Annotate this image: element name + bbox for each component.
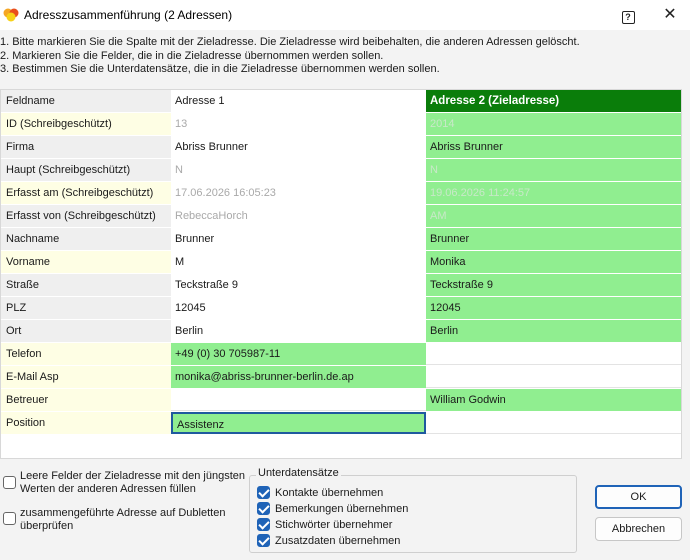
table-row: Vorname M Monika: [1, 251, 681, 274]
ok-button[interactable]: OK: [595, 485, 682, 509]
keywords-label: Stichwörter übernehmer: [275, 519, 393, 531]
address2-cell[interactable]: Brunner: [426, 228, 681, 250]
table-row: Telefon +49 (0) 30 705987-11: [1, 343, 681, 366]
title-bar: Adresszusammenführung (2 Adressen) ? ✕: [0, 0, 690, 30]
address2-cell[interactable]: William Godwin: [426, 389, 681, 411]
help-icon: ?: [621, 11, 635, 24]
address2-cell[interactable]: N: [426, 159, 681, 181]
address2-cell[interactable]: 12045: [426, 297, 681, 319]
subrecords-title: Unterdatensätze: [256, 467, 341, 479]
table-row: Firma Abriss Brunner Abriss Brunner: [1, 136, 681, 159]
column-header-adresse1[interactable]: Adresse 1: [171, 90, 426, 112]
address2-cell[interactable]: Monika: [426, 251, 681, 273]
table-row: Betreuer William Godwin: [1, 389, 681, 412]
grid-header: Feldname Adresse 1 Adresse 2 (Zieladress…: [1, 90, 681, 113]
field-name: Position: [1, 412, 171, 434]
close-button[interactable]: ✕: [649, 2, 690, 28]
column-header-feldname[interactable]: Feldname: [1, 90, 171, 112]
field-name: ID (Schreibgeschützt): [1, 113, 171, 135]
contacts-checkbox[interactable]: [257, 486, 270, 499]
field-name: Telefon: [1, 343, 171, 365]
address1-cell[interactable]: Berlin: [171, 320, 426, 342]
field-name: Vorname: [1, 251, 171, 273]
address2-cell[interactable]: 2014: [426, 113, 681, 135]
address1-cell[interactable]: 17.06.2026 16:05:23: [171, 182, 426, 204]
address2-cell[interactable]: [426, 343, 681, 365]
address2-cell[interactable]: [426, 412, 681, 434]
address1-cell[interactable]: M: [171, 251, 426, 273]
address1-cell[interactable]: Abriss Brunner: [171, 136, 426, 158]
table-row: Haupt (Schreibgeschützt) N N: [1, 159, 681, 182]
address1-cell[interactable]: monika@abriss-brunner-berlin.de.ap: [171, 366, 426, 388]
field-name: Firma: [1, 136, 171, 158]
table-row: Ort Berlin Berlin: [1, 320, 681, 343]
table-row: ID (Schreibgeschützt) 13 2014: [1, 113, 681, 136]
merge-grid: Feldname Adresse 1 Adresse 2 (Zieladress…: [0, 89, 682, 459]
field-name: Erfasst am (Schreibgeschützt): [1, 182, 171, 204]
field-name: Betreuer: [1, 389, 171, 411]
table-row: Position Assistenz: [1, 412, 681, 435]
instruction-line: 3. Bestimmen Sie die Unterdatensätze, di…: [0, 63, 440, 75]
address2-cell[interactable]: Berlin: [426, 320, 681, 342]
address2-cell[interactable]: [426, 366, 681, 388]
address1-cell[interactable]: N: [171, 159, 426, 181]
field-name: PLZ: [1, 297, 171, 319]
address1-cell[interactable]: +49 (0) 30 705987-11: [171, 343, 426, 365]
address1-cell[interactable]: Brunner: [171, 228, 426, 250]
address2-cell[interactable]: 19.06.2026 11:24:57: [426, 182, 681, 204]
field-name: Ort: [1, 320, 171, 342]
close-icon: ✕: [663, 6, 677, 23]
column-header-adresse2[interactable]: Adresse 2 (Zieladresse): [426, 90, 681, 112]
cancel-button[interactable]: Abbrechen: [595, 517, 682, 541]
address1-cell[interactable]: 12045: [171, 297, 426, 319]
table-row: Nachname Brunner Brunner: [1, 228, 681, 251]
field-name: E-Mail Asp: [1, 366, 171, 388]
table-row: Erfasst von (Schreibgeschützt) RebeccaHo…: [1, 205, 681, 228]
address1-cell[interactable]: RebeccaHorch: [171, 205, 426, 227]
table-row: PLZ 12045 12045: [1, 297, 681, 320]
fill-empty-checkbox[interactable]: [3, 476, 16, 489]
table-row: E-Mail Asp monika@abriss-brunner-berlin.…: [1, 366, 681, 389]
help-button[interactable]: ?: [607, 2, 649, 28]
fill-empty-label: Leere Felder der Zieladresse mit den jün…: [20, 470, 246, 495]
field-name: Straße: [1, 274, 171, 296]
field-name: Erfasst von (Schreibgeschützt): [1, 205, 171, 227]
additional-data-label: Zusatzdaten übernehmen: [275, 535, 401, 547]
app-icon: [3, 8, 19, 22]
remarks-label: Bemerkungen übernehmen: [275, 503, 409, 515]
address2-cell[interactable]: Abriss Brunner: [426, 136, 681, 158]
address1-cell-selected[interactable]: Assistenz: [171, 412, 426, 434]
address2-cell[interactable]: Teckstraße 9: [426, 274, 681, 296]
keywords-checkbox[interactable]: [257, 518, 270, 531]
check-duplicates-label: zusammengeführte Adresse auf Dubletten ü…: [20, 507, 226, 532]
instruction-line: 1. Bitte markieren Sie die Spalte mit de…: [0, 36, 580, 48]
field-name: Nachname: [1, 228, 171, 250]
additional-data-checkbox[interactable]: [257, 534, 270, 547]
address1-cell[interactable]: [171, 389, 426, 411]
address1-cell[interactable]: Teckstraße 9: [171, 274, 426, 296]
instruction-line: 2. Markieren Sie die Felder, die in die …: [0, 49, 384, 62]
table-row: Erfasst am (Schreibgeschützt) 17.06.2026…: [1, 182, 681, 205]
remarks-checkbox[interactable]: [257, 502, 270, 515]
window-title: Adresszusammenführung (2 Adressen): [24, 8, 233, 22]
address1-cell[interactable]: 13: [171, 113, 426, 135]
field-name: Haupt (Schreibgeschützt): [1, 159, 171, 181]
table-row: Straße Teckstraße 9 Teckstraße 9: [1, 274, 681, 297]
check-duplicates-checkbox[interactable]: [3, 512, 16, 525]
address2-cell[interactable]: AM: [426, 205, 681, 227]
contacts-label: Kontakte übernehmen: [275, 487, 384, 499]
instructions: 1. Bitte markieren Sie die Spalte mit de…: [0, 36, 690, 77]
